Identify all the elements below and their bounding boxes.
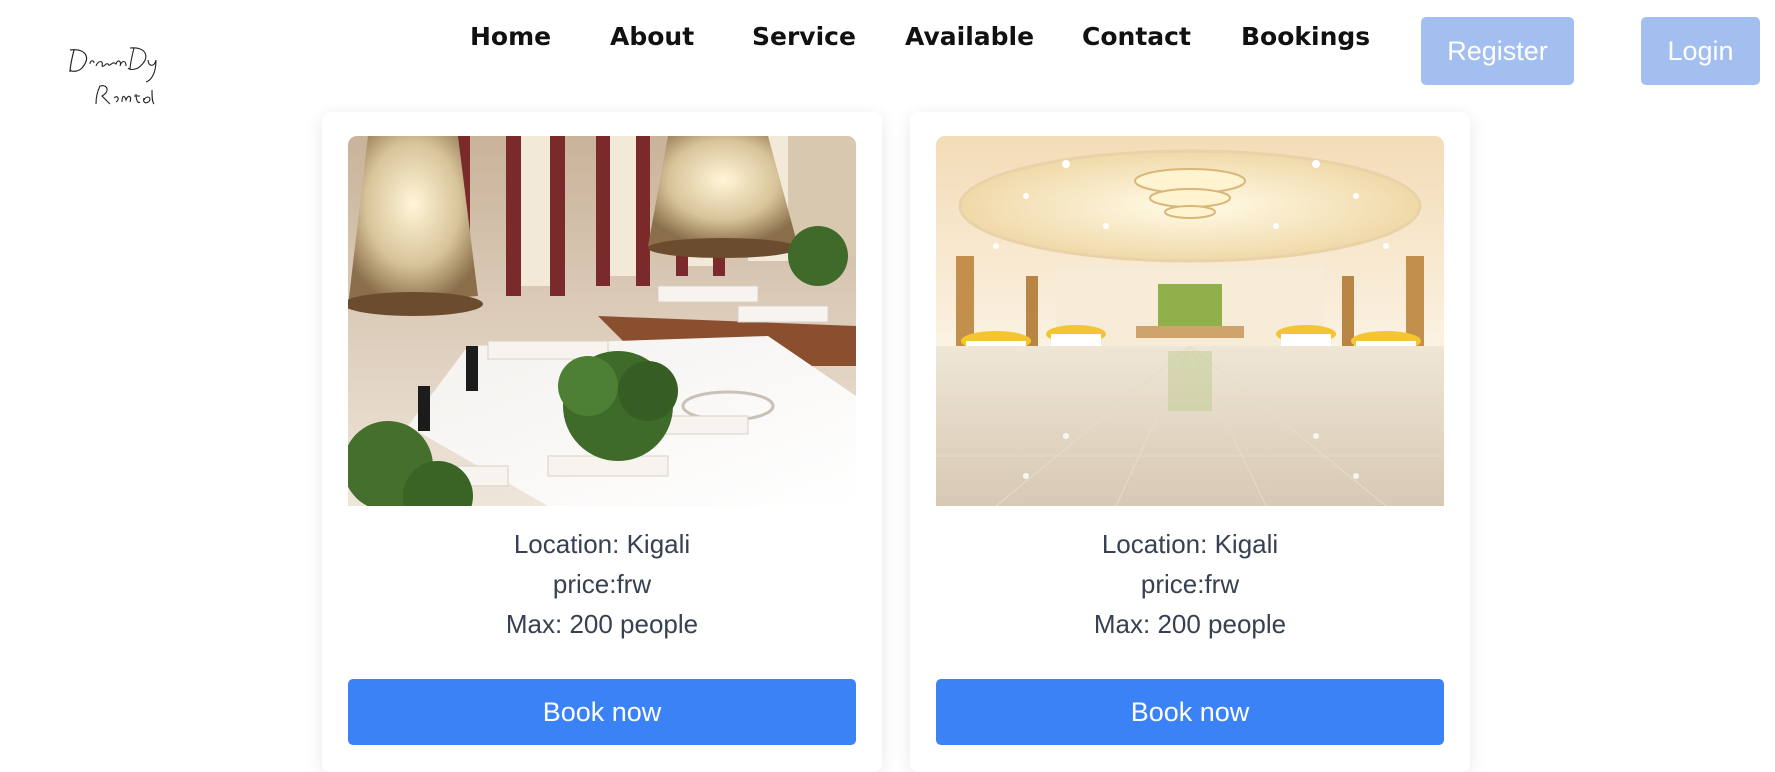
venue-price: price:frw xyxy=(552,569,652,599)
venue-capacity: Max: 200 people xyxy=(505,609,699,639)
nav-about[interactable]: About xyxy=(610,22,694,51)
event-hall-with-stage-image xyxy=(936,136,1444,506)
book-now-button[interactable]: Book now xyxy=(348,679,856,745)
register-button[interactable]: Register xyxy=(1421,17,1574,85)
venue-price: price:frw xyxy=(1140,569,1240,599)
nav-service[interactable]: Service xyxy=(752,22,856,51)
ballroom-with-chandeliers-image xyxy=(348,136,856,506)
venue-capacity: Max: 200 people xyxy=(1093,609,1287,639)
nav-bookings[interactable]: Bookings xyxy=(1241,22,1370,51)
login-button[interactable]: Login xyxy=(1641,17,1760,85)
venue-card: Location: Kigali price:frw Max: 200 peop… xyxy=(910,112,1470,772)
venue-location: Location: Kigali xyxy=(513,529,691,559)
nav-available[interactable]: Available xyxy=(905,22,1034,51)
site-logo[interactable] xyxy=(60,30,200,110)
nav-home[interactable]: Home xyxy=(470,22,551,51)
venue-location: Location: Kigali xyxy=(1101,529,1279,559)
book-now-button[interactable]: Book now xyxy=(936,679,1444,745)
venue-card: Location: Kigali price:frw Max: 200 peop… xyxy=(322,112,882,772)
nav-contact[interactable]: Contact xyxy=(1082,22,1191,51)
